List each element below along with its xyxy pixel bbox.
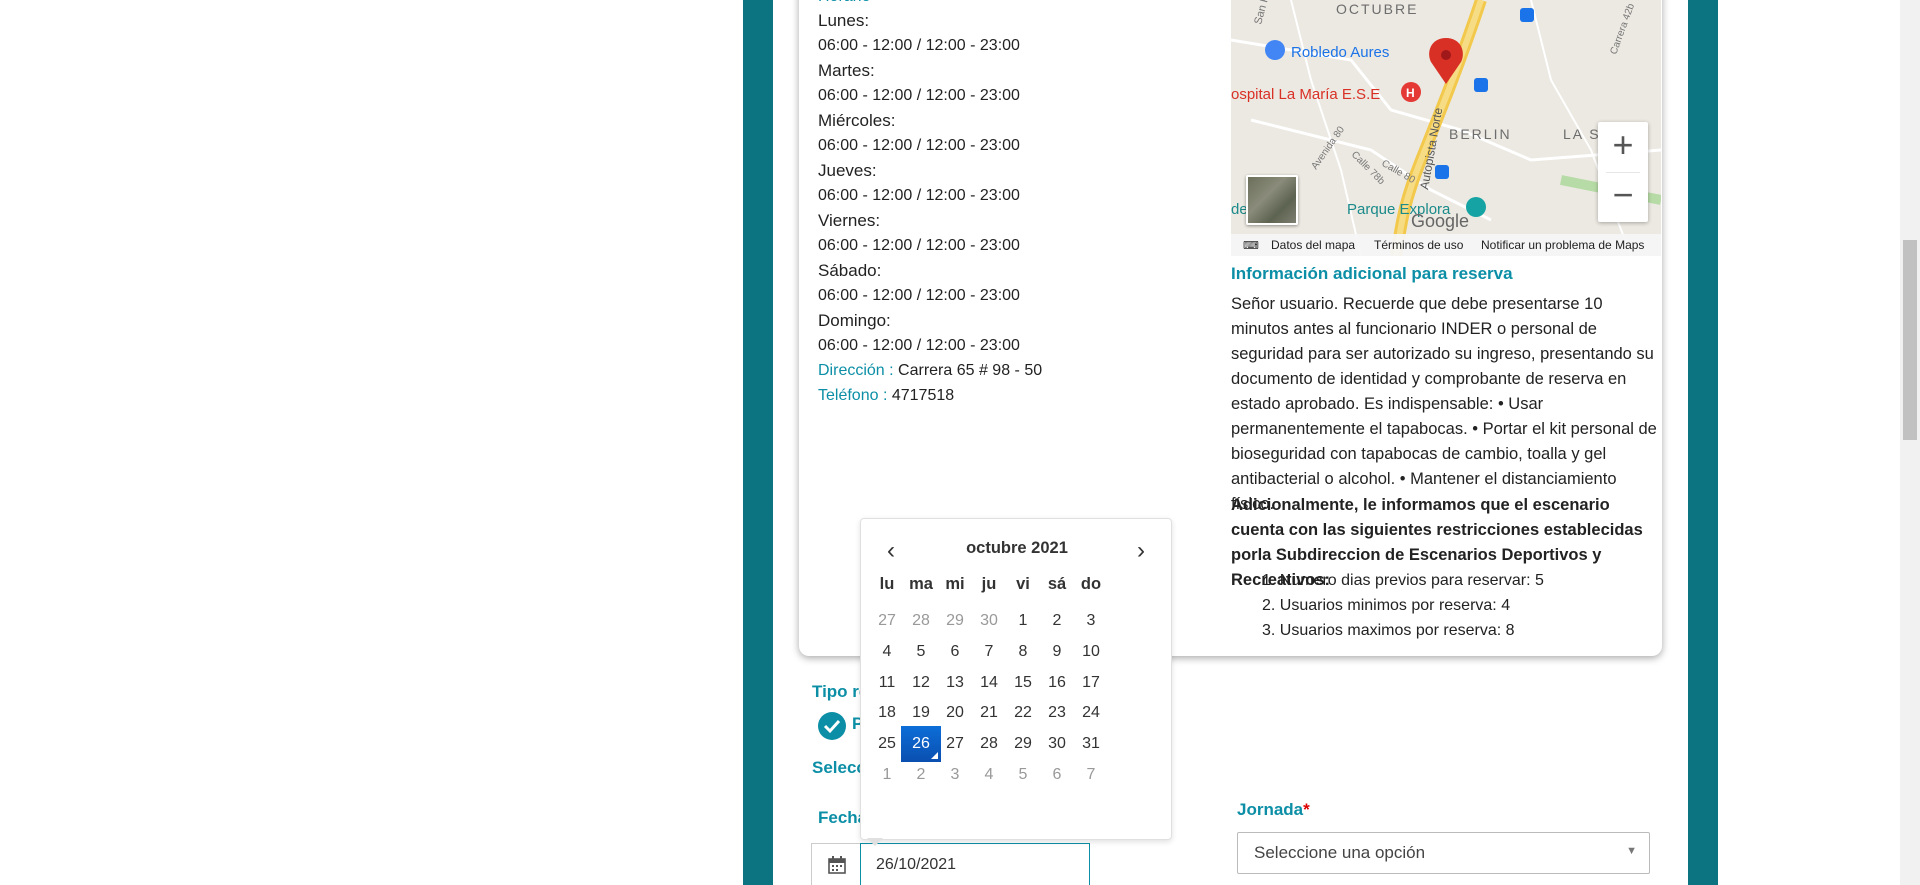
select-label: Selecc	[812, 758, 866, 777]
shopping-cart-icon	[1265, 40, 1285, 60]
keyboard-icon[interactable]: ⌨	[1243, 239, 1259, 252]
schedule-time: 06:00 - 12:00 / 12:00 - 23:00	[818, 37, 1020, 54]
zoom-in-button[interactable]: +	[1598, 122, 1648, 172]
page: { "hours": { "heading": "Horario", "days…	[0, 0, 1920, 885]
address-value: Carrera 65 # 98 - 50	[898, 362, 1043, 379]
datepicker-title: octubre 2021	[966, 539, 1068, 557]
schedule-time: 06:00 - 12:00 / 12:00 - 23:00	[818, 237, 1020, 254]
next-month-button[interactable]: ›	[1137, 537, 1145, 565]
terms-link[interactable]: Términos de uso	[1374, 238, 1463, 252]
restrictions-list: 1. Numero dias previos para reservar: 5 …	[1262, 568, 1544, 643]
schedule-time: 06:00 - 12:00 / 12:00 - 23:00	[818, 337, 1020, 354]
schedule-time: 06:00 - 12:00 / 12:00 - 23:00	[818, 287, 1020, 304]
transit-icon	[1435, 165, 1449, 179]
weekday-header: do	[1080, 575, 1102, 593]
required-mark: *	[1303, 800, 1310, 819]
map-label-hospital: ospital La María E.S.E	[1231, 86, 1380, 103]
chevron-down-icon: ▼	[1626, 845, 1637, 857]
datepicker-popup: ‹ octubre 2021 › lu ma mi ju vi sá do 27 28 29 30 1…	[860, 518, 1172, 840]
reservation-type-radio[interactable]	[818, 712, 846, 740]
date-addon[interactable]	[812, 844, 862, 885]
schedule-time: 06:00 - 12:00 / 12:00 - 23:00	[818, 187, 1020, 204]
calendar-icon	[828, 856, 846, 874]
map-data-link[interactable]: Datos del mapa	[1271, 238, 1355, 252]
info-text: Señor usuario. Recuerde que debe present…	[1231, 295, 1657, 513]
schedule-heading: Horario	[818, 0, 870, 9]
page-border-left	[743, 0, 773, 885]
transit-icon	[1520, 8, 1534, 22]
schedule-day: Viernes:	[818, 211, 881, 230]
scrollbar-thumb[interactable]	[1903, 240, 1917, 440]
schedule-time: 06:00 - 12:00 / 12:00 - 23:00	[818, 87, 1020, 104]
svg-text:H: H	[1406, 86, 1415, 100]
shift-label: Jornada*	[1237, 800, 1310, 820]
calendar-day[interactable]: 7	[1071, 757, 1111, 793]
shift-label-text: Jornada	[1237, 800, 1304, 819]
map-label-octubre: OCTUBRE	[1336, 1, 1418, 17]
list-item: 3. Usuarios maximos por reserva: 8	[1262, 622, 1515, 639]
schedule-day: Martes:	[818, 61, 875, 80]
list-item: 1. Numero dias previos para reservar: 5	[1262, 572, 1544, 589]
schedule-day: Sábado:	[818, 261, 882, 280]
schedule-day: Miércoles:	[818, 111, 896, 130]
report-problem-link[interactable]: Notificar un problema de Maps	[1481, 238, 1644, 252]
page-border-right	[1688, 0, 1718, 885]
map-zoom-controls: + −	[1598, 122, 1648, 222]
list-item: 2. Usuarios minimos por reserva: 4	[1262, 597, 1511, 614]
address-label: Dirección :	[818, 362, 894, 379]
shift-select-value: Seleccione una opción	[1254, 843, 1426, 862]
schedule-day: Lunes:	[818, 11, 870, 30]
date-input-value: 26/10/2021	[876, 856, 957, 873]
map-footer: ⌨ Datos del mapa Términos de uso Notific…	[1231, 234, 1661, 256]
map-label-berlin: BERLIN	[1449, 126, 1512, 142]
google-logo: Google	[1411, 211, 1469, 231]
page-scrollbar[interactable]	[1900, 0, 1920, 885]
shift-select[interactable]: Seleccione una opción ▼	[1237, 832, 1650, 874]
transit-icon	[1474, 78, 1488, 92]
schedule-section: Horario Lunes: 06:00 - 12:00 / 12:00 - 2…	[818, 0, 1042, 408]
phone-value: 4717518	[891, 387, 955, 404]
checkmark-icon	[823, 719, 841, 734]
map-label-robledo: Robledo Aures	[1291, 44, 1389, 61]
date-input[interactable]: 26/10/2021	[860, 843, 1090, 885]
schedule-time: 06:00 - 12:00 / 12:00 - 23:00	[818, 137, 1020, 154]
schedule-day: Jueves:	[818, 161, 877, 180]
zoom-out-button[interactable]: −	[1598, 172, 1648, 222]
schedule-day: Domingo:	[818, 311, 891, 330]
satellite-toggle[interactable]	[1246, 175, 1298, 225]
phone-label: Teléfono :	[818, 387, 888, 404]
info-title: Información adicional para reserva	[1231, 264, 1513, 283]
datepicker-pointer	[867, 838, 883, 846]
